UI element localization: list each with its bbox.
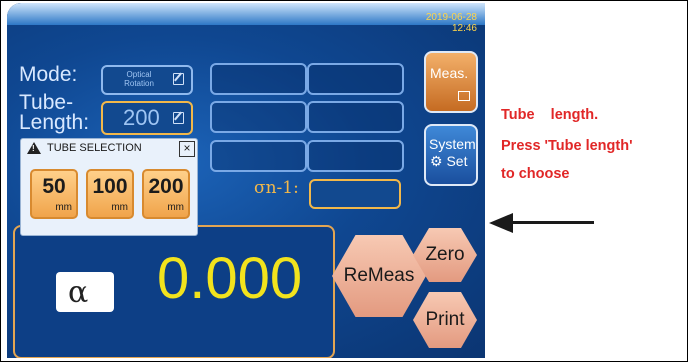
- tube-option-unit: mm: [55, 202, 72, 213]
- system-set-label-line1: System: [429, 136, 476, 152]
- tube-option-100-button[interactable]: 100 mm: [86, 169, 134, 219]
- pointer-arrow-shaft: [510, 221, 594, 224]
- screen-top-bar: [7, 3, 485, 25]
- tube-length-label: Tube- Length:: [19, 91, 90, 134]
- tube-length-label-line1: Tube-: [19, 91, 74, 114]
- tube-option-unit: mm: [167, 202, 184, 213]
- remeas-button[interactable]: ReMeas: [332, 235, 426, 317]
- alpha-symbol-box: α: [56, 272, 114, 312]
- annotation-line-2: Press 'Tube length': [501, 138, 633, 154]
- mode-value-line1: Optical: [126, 70, 152, 79]
- result-box-3: [210, 101, 307, 133]
- clock: 2019-06-28 12:46: [426, 12, 477, 34]
- sigma-label: σn-1:: [254, 178, 299, 198]
- tube-option-value: 200: [148, 175, 184, 198]
- warning-icon: [27, 142, 41, 154]
- clock-date: 2019-06-28: [425, 12, 477, 23]
- measure-icon: [458, 91, 470, 101]
- left-arrow-icon: [489, 213, 513, 233]
- tube-selection-header: TUBE SELECTION ×: [21, 139, 197, 159]
- measurement-value: 0.000: [157, 246, 303, 311]
- tube-option-value: 50: [42, 175, 66, 198]
- system-set-label-line2: Set: [446, 153, 468, 169]
- edit-icon: [173, 112, 184, 124]
- system-set-icon-label: ⚙ Set: [430, 153, 467, 170]
- annotation-line-3: to choose: [501, 166, 570, 182]
- alpha-symbol: α: [68, 275, 89, 310]
- meas-button-label: Meas.: [430, 65, 469, 81]
- edit-icon: [173, 73, 184, 85]
- tube-option-50-button[interactable]: 50 mm: [30, 169, 78, 219]
- mode-value-line2: Rotation: [124, 79, 154, 88]
- mode-field[interactable]: Optical Rotation: [101, 65, 193, 95]
- print-button[interactable]: Print: [413, 292, 477, 348]
- tube-selection-dialog: TUBE SELECTION × 50 mm 100 mm 200 mm: [20, 138, 198, 236]
- sigma-field: [309, 179, 401, 209]
- result-box-4: [307, 101, 404, 133]
- zero-label: Zero: [425, 244, 465, 265]
- mode-label: Mode:: [19, 63, 78, 86]
- annotation-line-1: Tube length.: [501, 107, 599, 123]
- result-box-1: [210, 63, 307, 95]
- gear-icon: ⚙: [430, 153, 443, 169]
- tube-option-unit: mm: [111, 202, 128, 213]
- result-box-2: [307, 63, 404, 95]
- result-box-6: [307, 140, 404, 172]
- system-set-button[interactable]: System ⚙ Set: [424, 124, 478, 186]
- tube-option-value: 100: [92, 175, 128, 198]
- tube-option-200-button[interactable]: 200 mm: [142, 169, 190, 219]
- device-screen: 2019-06-28 12:46 Mode: Tube- Length: Opt…: [7, 3, 485, 358]
- print-label: Print: [425, 309, 465, 330]
- result-box-5: [210, 140, 307, 172]
- remeas-label: ReMeas: [343, 265, 415, 286]
- tube-length-field[interactable]: 200: [101, 101, 193, 135]
- tube-selection-title: TUBE SELECTION: [47, 142, 142, 154]
- tube-length-value: 200: [123, 105, 160, 130]
- close-icon[interactable]: ×: [179, 141, 195, 157]
- meas-button[interactable]: Meas.: [424, 51, 478, 113]
- clock-time: 12:46: [451, 23, 477, 34]
- tube-length-label-line2: Length:: [19, 111, 90, 134]
